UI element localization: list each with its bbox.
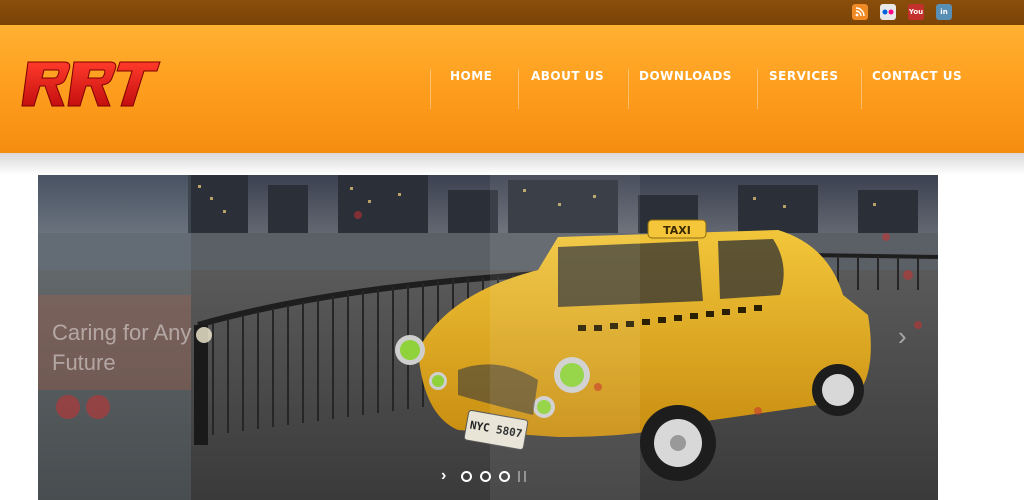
nav-item-downloads[interactable]: DOWNLOADS [628,25,757,135]
nav-link-about-us[interactable]: ABOUT US [531,69,604,83]
rss-icon[interactable] [852,4,868,20]
slide-caption: Caring for Any Future [52,320,192,375]
nav-item-services[interactable]: SERVICES [757,25,861,135]
nav-divider [518,69,519,109]
hero-slider[interactable]: TAXI NYC 5807 Caring for Any Future › › [38,175,938,500]
header-shadow [0,153,1024,175]
nav-item-contact-us[interactable]: CONTACT US [861,25,991,135]
nav-link-home[interactable]: HOME [450,69,492,83]
main-nav: HOME ABOUT US DOWNLOADS SERVICES CONTACT… [430,25,991,135]
nav-divider [430,69,431,109]
youtube-icon[interactable]: You [908,4,924,20]
play-icon[interactable]: › [441,468,453,484]
nav-link-services[interactable]: SERVICES [769,69,838,83]
flickr-icon[interactable] [880,4,896,20]
nav-item-about-us[interactable]: ABOUT US [518,25,628,135]
pause-icon[interactable] [518,470,526,482]
taxi-sign-text: TAXI [663,224,691,237]
nav-item-home[interactable]: HOME [430,25,518,135]
nav-divider [757,69,758,109]
nav-divider [628,69,629,109]
social-links: You in [852,4,952,20]
slide-dot-1[interactable] [461,470,472,482]
slide-dot-2[interactable] [480,470,491,482]
rrt-logo[interactable] [20,58,162,116]
slide-dot-3[interactable] [499,470,510,482]
linkedin-icon[interactable]: in [936,4,952,20]
nav-link-contact-us[interactable]: CONTACT US [872,69,962,83]
top-bar: You in [0,0,1024,25]
slider-controls: › [441,468,526,484]
nav-link-downloads[interactable]: DOWNLOADS [639,69,732,83]
next-slide-arrow[interactable]: › [898,321,920,351]
nav-divider [861,69,862,109]
